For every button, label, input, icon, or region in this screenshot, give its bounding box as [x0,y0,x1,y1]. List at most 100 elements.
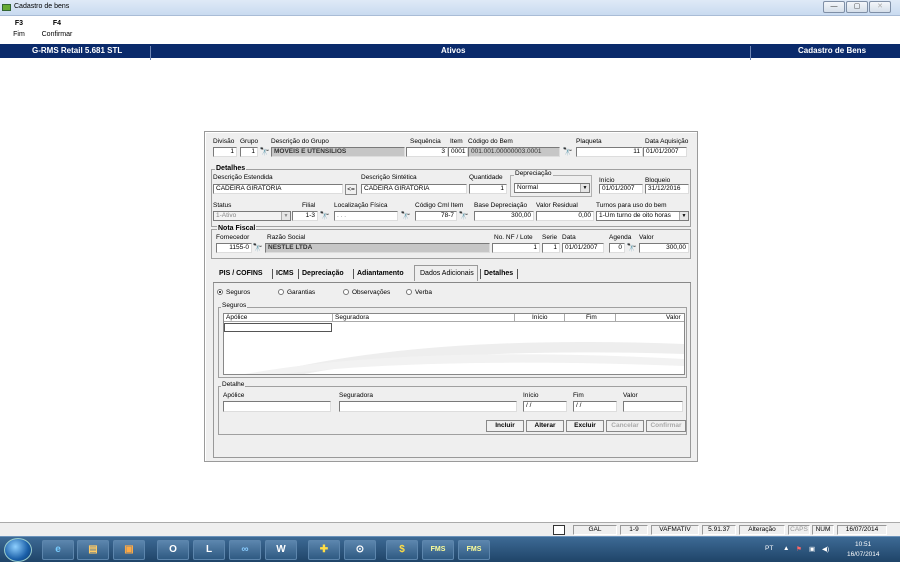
serie-field[interactable]: 1 [542,243,560,253]
depreciacao-select[interactable]: Normal ▼ [514,183,590,193]
tray-arrow-icon[interactable]: ▲ [783,545,789,552]
taskbar-app-icon[interactable]: ▣ [113,540,145,560]
f4-key: F4 [52,20,62,27]
clock-time[interactable]: 10:51 [855,541,871,548]
taskbar-word-icon[interactable]: W [265,540,297,560]
radio-verba[interactable]: Verba [406,289,432,296]
codigo-cml-field[interactable]: 78-7 [415,211,457,221]
taskbar-app-icon[interactable]: $ [386,540,418,560]
binoculars-icon[interactable]: 🔭 [252,243,263,253]
grupo-label: Grupo [240,138,259,145]
agenda-field[interactable]: 0 [609,243,625,253]
module-header: G-RMS Retail 5.681 STL Ativos Cadastro d… [0,44,900,60]
table-row[interactable] [224,323,332,332]
valor-residual-field[interactable]: 0,00 [536,211,594,221]
data-aquisicao-field[interactable]: 01/01/2007 [643,147,687,157]
base-dep-field[interactable]: 300,00 [474,211,534,221]
sequencia-field[interactable]: 3 [406,147,448,157]
detalhe-inicio-field[interactable]: / / [523,401,567,412]
plaqueta-field[interactable]: 11 [576,147,643,157]
tray-volume-icon[interactable]: ◀) [822,545,829,553]
tab-pis-cofins[interactable]: PIS / COFINS [219,268,263,279]
tab-icms[interactable]: ICMS [276,268,294,279]
binoculars-icon[interactable]: 🔭 [400,211,411,221]
module-name: Ativos [441,46,466,55]
binoculars-icon[interactable]: 🔭 [259,147,270,157]
detalhe-inicio-label: Início [523,392,539,399]
detalhes-title: Detalhes [215,165,247,172]
taskbar-app-icon[interactable]: ∞ [229,540,261,560]
status-select[interactable]: 1-Ativo ▼ [213,211,291,221]
binoculars-icon[interactable]: 🔭 [626,243,637,253]
taskbar-ie-icon[interactable]: e [42,540,74,560]
tab-dados-adicionais[interactable]: Dados Adicionais [420,268,474,279]
taskbar-fms-icon[interactable]: FMS [458,540,490,560]
data-field[interactable]: 01/01/2007 [562,243,604,253]
valor-field[interactable]: 300,00 [639,243,689,253]
status-num: NUM [812,525,834,535]
windows-taskbar: e ▤ ▣ O L ∞ W ✚ ⊙ $ FMS FMS PT ▲ ⚑ ▣ ◀) … [0,536,900,562]
excluir-button[interactable]: Excluir [566,420,604,432]
radio-seguros[interactable]: Seguros [217,289,250,296]
quantidade-field[interactable]: 1 [469,184,507,194]
detalhe-seguradora-field[interactable] [339,401,517,412]
fornecedor-field[interactable]: 1155-0 [216,243,252,253]
tab-adiantamento[interactable]: Adiantamento [357,268,404,279]
radio-indicator-off [343,289,349,295]
localizacao-label: Localização Física [334,202,388,209]
clock-date[interactable]: 16/07/2014 [847,551,880,558]
binoculars-icon[interactable]: 🔭 [562,147,573,157]
binoculars-icon[interactable]: 🔭 [458,211,469,221]
col-seguradora: Seguradora [335,314,369,321]
inicio-label: Início [599,177,615,184]
desc-sintetica-field[interactable]: CADEIRA GIRATORIA [361,184,467,194]
binoculars-icon[interactable]: 🔭 [319,211,330,221]
taskbar-lync-icon[interactable]: L [193,540,225,560]
detalhe-valor-field[interactable] [623,401,683,412]
col-valor: Valor [666,314,681,321]
tab-detalhes[interactable]: Detalhes [484,268,513,279]
f4-confirmar-button[interactable]: F4 Confirmar [38,20,76,38]
item-field[interactable]: 0001 [448,147,468,157]
grupo-field[interactable]: 1 [240,147,258,157]
confirmar-button[interactable]: Confirmar [646,420,686,432]
cancelar-button[interactable]: Cancelar [606,420,644,432]
detalhe-apolice-field[interactable] [223,401,331,412]
language-indicator[interactable]: PT [765,545,773,552]
nf-lote-label: No. NF / Lote [494,234,533,241]
inicio-field[interactable]: 01/01/2007 [599,184,643,194]
localizacao-field[interactable]: . . . [334,211,398,221]
taskbar-fms-icon[interactable]: FMS [422,540,454,560]
close-button[interactable]: ✕ [869,1,891,13]
desc-estendida-field[interactable]: CADEIRA GIRATORIA [213,184,343,194]
seguros-table[interactable]: Apólice Seguradora Início Fim Valor [223,313,685,375]
filial-field[interactable]: 1-3 [292,211,318,221]
minimize-button[interactable]: — [823,1,845,13]
tray-network-icon[interactable]: ▣ [809,545,815,553]
turnos-select[interactable]: 1-Um turno de oito horas ▼ [596,211,689,221]
radio-observacoes[interactable]: Observações [343,289,390,296]
taskbar-app-icon[interactable]: ⊙ [344,540,376,560]
alterar-button[interactable]: Alterar [526,420,564,432]
tab-depreciacao[interactable]: Depreciação [302,268,344,279]
tab-separator [353,269,354,279]
app-icon [2,4,11,11]
tray-flag-icon[interactable]: ⚑ [796,545,802,553]
chevron-down-icon: ▼ [580,184,589,192]
detalhe-fim-field[interactable]: / / [573,401,617,412]
divisao-field[interactable]: 1 [213,147,237,157]
status-branch: 1-9 [620,525,648,535]
status-program: VAFMATIV [651,525,699,535]
incluir-button[interactable]: Incluir [486,420,524,432]
radio-garantias[interactable]: Garantias [278,289,315,296]
razao-social-field: NESTLE LTDA [265,243,490,253]
f3-fim-button[interactable]: F3 Fim [6,20,32,38]
taskbar-app-icon[interactable]: ✚ [308,540,340,560]
maximize-button[interactable]: ▢ [846,1,868,13]
bloqueio-field[interactable]: 31/12/2016 [645,184,689,194]
nf-lote-field[interactable]: 1 [492,243,540,253]
taskbar-outlook-icon[interactable]: O [157,540,189,560]
copy-description-button[interactable]: <= [345,184,357,195]
taskbar-explorer-icon[interactable]: ▤ [77,540,109,560]
start-button-icon[interactable] [4,538,32,562]
